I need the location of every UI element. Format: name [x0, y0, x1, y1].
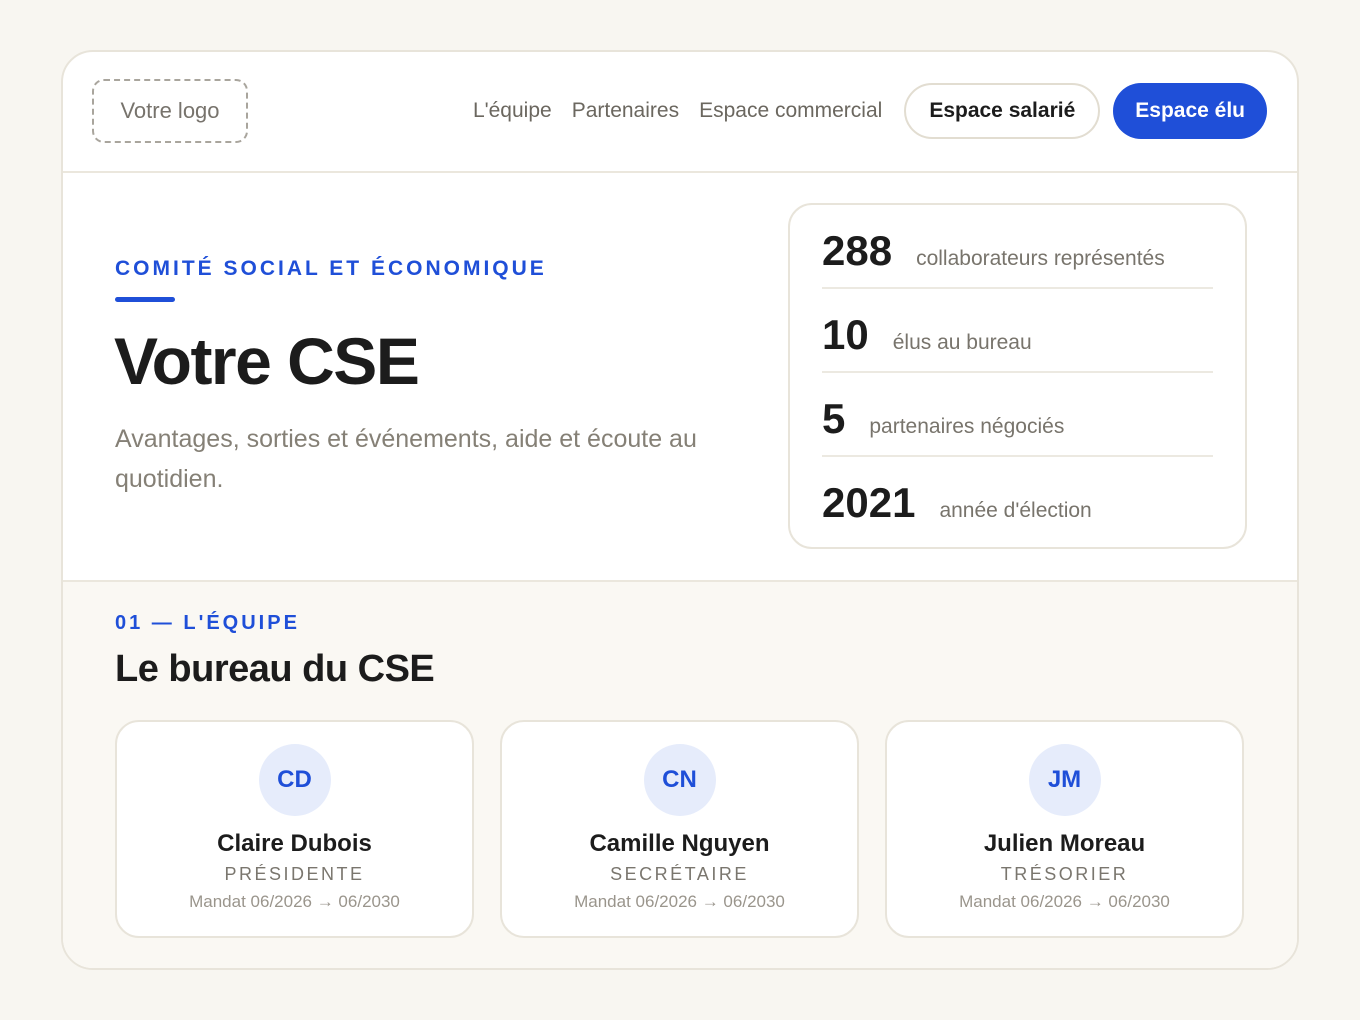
stat-label: élus au bureau	[892, 331, 1032, 354]
hero-eyebrow: COMITÉ SOCIAL ET ÉCONOMIQUE	[115, 257, 547, 280]
logo-placeholder[interactable]: Votre logo	[92, 79, 248, 143]
member-card[interactable]: JM Julien Moreau TRÉSORIER Mandat 06/202…	[885, 720, 1244, 938]
section-eyebrow: 01 — L'ÉQUIPE	[115, 612, 300, 634]
stat-row: 2021 année d'élection	[822, 457, 1213, 541]
member-role: SECRÉTAIRE	[610, 864, 749, 884]
avatar: CN	[643, 744, 716, 816]
member-name: Camille Nguyen	[589, 830, 770, 857]
member-card[interactable]: CD Claire Dubois PRÉSIDENTE Mandat 06/20…	[115, 720, 474, 938]
hero-subtitle: Avantages, sorties et événements, aide e…	[115, 425, 697, 493]
member-role: TRÉSORIER	[1000, 864, 1129, 884]
member-mandate: Mandat 06/2026 → 06/2030	[189, 892, 400, 911]
stat-value: 288	[822, 227, 893, 274]
avatar: JM	[1028, 744, 1101, 816]
accent-bar	[115, 297, 175, 302]
hero-section: COMITÉ SOCIAL ET ÉCONOMIQUE Votre CSE Av…	[63, 173, 1297, 582]
member-mandate: Mandat 06/2026 → 06/2030	[574, 892, 785, 911]
main-nav: L'équipe Partenaires Espace commercial E…	[473, 83, 1267, 139]
page-frame: Votre logo L'équipe Partenaires Espace c…	[61, 50, 1299, 970]
stat-value: 2021	[822, 479, 916, 526]
stat-row: 288 collaborateurs représentés	[822, 205, 1213, 289]
member-name: Claire Dubois	[217, 830, 372, 857]
nav-link-equipe[interactable]: L'équipe	[473, 99, 552, 123]
avatar: CD	[258, 744, 331, 816]
nav-link-espace-commercial[interactable]: Espace commercial	[699, 99, 882, 123]
stats-card: 288 collaborateurs représentés 10 élus a…	[788, 203, 1247, 549]
member-role: PRÉSIDENTE	[224, 864, 365, 884]
stat-row: 10 élus au bureau	[822, 289, 1213, 373]
section-title: Le bureau du CSE	[115, 648, 435, 690]
team-section: 01 — L'ÉQUIPE Le bureau du CSE CD Claire…	[63, 582, 1297, 968]
member-name: Julien Moreau	[983, 830, 1146, 857]
stat-label: année d'élection	[939, 499, 1092, 522]
espace-salarie-button[interactable]: Espace salarié	[904, 83, 1101, 139]
stat-value: 5	[822, 395, 846, 442]
member-cards: CD Claire Dubois PRÉSIDENTE Mandat 06/20…	[115, 720, 1244, 938]
nav-link-partenaires[interactable]: Partenaires	[572, 99, 679, 123]
stat-value: 10	[822, 311, 869, 358]
stat-label: partenaires négociés	[869, 415, 1065, 438]
member-mandate: Mandat 06/2026 → 06/2030	[959, 892, 1170, 911]
stat-label: collaborateurs représentés	[916, 247, 1165, 270]
site-header: Votre logo L'équipe Partenaires Espace c…	[63, 52, 1297, 173]
stat-row: 5 partenaires négociés	[822, 373, 1213, 457]
espace-elu-button[interactable]: Espace élu	[1113, 83, 1267, 139]
page-title: Votre CSE	[114, 324, 420, 398]
member-card[interactable]: CN Camille Nguyen SECRÉTAIRE Mandat 06/2…	[500, 720, 859, 938]
